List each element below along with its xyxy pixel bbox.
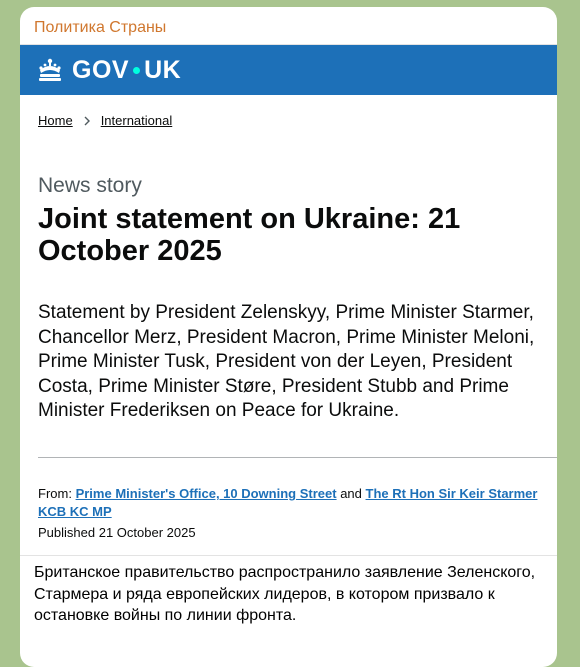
breadcrumb: Home International xyxy=(38,113,172,128)
message-bubble: Политика Страны GOV UK Home Internationa… xyxy=(20,7,557,667)
page-title: Joint statement on Ukraine: 21 October 2… xyxy=(38,203,461,267)
logo-text-uk: UK xyxy=(144,55,182,84)
and-label: and xyxy=(340,486,362,501)
message-text: Британское правительство распространило … xyxy=(34,564,536,624)
screenshot-image[interactable]: GOV UK Home International News story Joi… xyxy=(20,44,557,556)
channel-name[interactable]: Политика Страны xyxy=(34,19,166,37)
content-type-label: News story xyxy=(38,174,142,197)
breadcrumb-home-link[interactable]: Home xyxy=(38,113,73,128)
published-label: Published xyxy=(38,525,96,540)
from-org-link[interactable]: Prime Minister's Office, 10 Downing Stre… xyxy=(76,486,337,501)
published-metadata: Published 21 October 2025 xyxy=(38,525,196,540)
crown-icon xyxy=(39,58,61,81)
from-label: From: xyxy=(38,486,72,501)
logo-text-gov: GOV xyxy=(72,55,130,84)
divider xyxy=(38,457,557,458)
gov-header-bar: GOV UK xyxy=(20,45,557,95)
gov-uk-logo[interactable]: GOV UK xyxy=(72,56,181,85)
from-metadata: From: Prime Minister's Office, 10 Downin… xyxy=(38,485,543,521)
logo-dot xyxy=(133,66,141,74)
chevron-right-icon xyxy=(84,116,90,125)
page-summary: Statement by President Zelenskyy, Prime … xyxy=(38,302,535,421)
breadcrumb-international-link[interactable]: International xyxy=(101,113,173,128)
published-date: 21 October 2025 xyxy=(98,525,196,540)
